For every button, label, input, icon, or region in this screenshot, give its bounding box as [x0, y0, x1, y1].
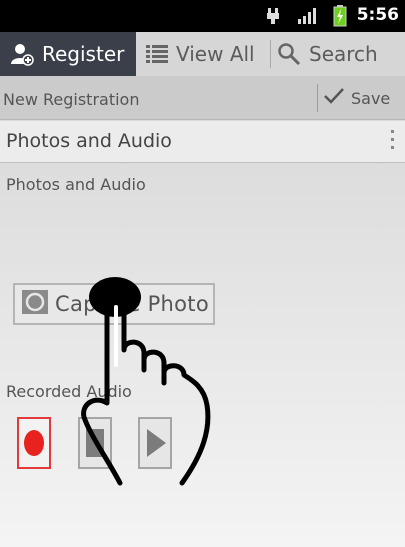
section-header: Photos and Audio [0, 121, 405, 163]
photos-subtitle: Photos and Audio [6, 175, 146, 194]
overflow-menu-icon[interactable] [389, 130, 395, 154]
search-icon [277, 42, 301, 66]
tab-register[interactable]: Register [0, 32, 136, 76]
action-divider [317, 84, 318, 112]
person-add-icon [10, 42, 34, 66]
tab-view-all-label: View All [176, 42, 255, 66]
record-button[interactable] [17, 417, 51, 469]
signal-icon [298, 7, 318, 29]
tap-gesture-hand-icon [78, 275, 218, 494]
battery-charging-icon [333, 5, 347, 31]
tab-view-all[interactable]: View All [136, 32, 271, 76]
list-icon [146, 44, 168, 64]
tab-search[interactable]: Search [271, 32, 405, 76]
status-time: 5:56 [356, 5, 399, 25]
action-bar: New Registration Save [0, 76, 405, 120]
save-button[interactable]: Save [323, 76, 405, 120]
record-icon [19, 430, 49, 471]
checkmark-icon [323, 87, 345, 109]
page-title: New Registration [3, 90, 140, 109]
status-bar: 5:56 [0, 0, 405, 32]
tab-bar: Register View All Search [0, 32, 405, 76]
usb-icon [266, 7, 280, 29]
camera-icon [21, 289, 49, 319]
save-label: Save [351, 88, 391, 108]
tab-register-label: Register [42, 42, 125, 66]
tab-search-label: Search [309, 42, 378, 66]
section-title: Photos and Audio [6, 130, 172, 152]
